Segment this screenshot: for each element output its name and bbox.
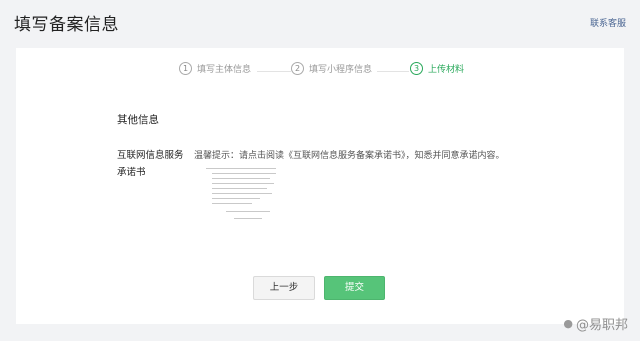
step-number: 3: [410, 62, 423, 75]
step-label: 填写主体信息: [197, 65, 252, 75]
step-divider: [257, 71, 291, 72]
commitment-document-thumbnail[interactable]: [200, 166, 286, 224]
section-title: 其他信息: [117, 114, 159, 126]
paw-icon: ●: [563, 317, 573, 330]
step-2[interactable]: 2 填写小程序信息: [291, 62, 372, 75]
step-1[interactable]: 1 填写主体信息: [179, 62, 251, 75]
step-divider: [377, 71, 409, 72]
step-number: 1: [179, 62, 192, 75]
header: 填写备案信息 联系客服: [0, 0, 640, 42]
submit-button[interactable]: 提交: [324, 276, 385, 300]
tip-text: 温馨提示：请点击阅读《互联网信息服务备案承诺书》，知悉并同意承诺内容。: [194, 151, 505, 161]
step-indicator: 1 填写主体信息 2 填写小程序信息 3 上传材料: [16, 62, 624, 82]
page-title: 填写备案信息: [14, 15, 119, 35]
watermark: ● @易职邦: [563, 314, 628, 333]
watermark-text: @易职邦: [575, 318, 628, 333]
contact-support-link[interactable]: 联系客服: [590, 16, 626, 29]
form-card: 1 填写主体信息 2 填写小程序信息 3 上传材料 其他信息 互联网信息服务承诺…: [16, 48, 624, 324]
previous-step-button[interactable]: 上一步: [253, 276, 315, 300]
step-number: 2: [291, 62, 304, 75]
step-label: 填写小程序信息: [309, 65, 373, 75]
commitment-label: 互联网信息服务承诺书: [117, 150, 184, 178]
step-3[interactable]: 3 上传材料: [410, 62, 464, 75]
step-label: 上传材料: [428, 65, 465, 75]
